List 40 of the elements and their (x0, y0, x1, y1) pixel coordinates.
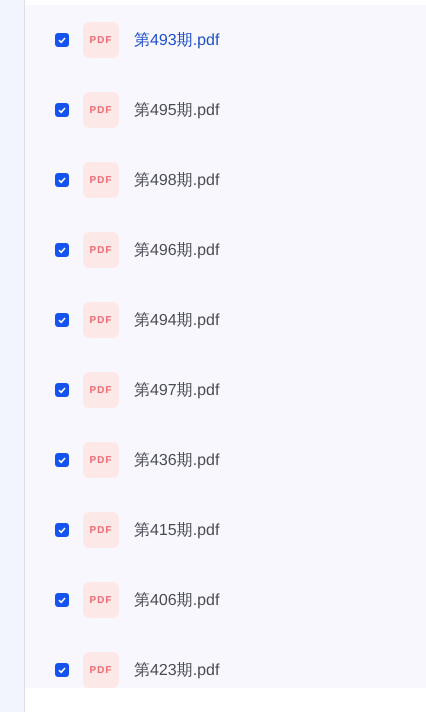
file-name[interactable]: 第493期.pdf (134, 30, 220, 50)
checkbox[interactable] (55, 313, 69, 327)
checkbox[interactable] (55, 33, 69, 47)
checkbox[interactable] (55, 453, 69, 467)
checkmark-icon (57, 665, 67, 675)
file-name[interactable]: 第406期.pdf (134, 590, 220, 610)
checkbox[interactable] (55, 523, 69, 537)
file-name[interactable]: 第423期.pdf (134, 660, 220, 680)
checkmark-icon (57, 595, 67, 605)
pdf-file-icon: PDF (83, 302, 119, 338)
checkmark-icon (57, 385, 67, 395)
checkmark-icon (57, 455, 67, 465)
pdf-file-icon: PDF (83, 442, 119, 478)
file-name[interactable]: 第497期.pdf (134, 380, 220, 400)
checkbox[interactable] (55, 663, 69, 677)
checkmark-icon (57, 245, 67, 255)
checkbox[interactable] (55, 103, 69, 117)
file-name[interactable]: 第496期.pdf (134, 240, 220, 260)
checkmark-icon (57, 315, 67, 325)
checkbox[interactable] (55, 593, 69, 607)
checkmark-icon (57, 525, 67, 535)
file-name[interactable]: 第436期.pdf (134, 450, 220, 470)
file-name[interactable]: 第415期.pdf (134, 520, 220, 540)
pdf-file-icon: PDF (83, 92, 119, 128)
checkmark-icon (57, 105, 67, 115)
pdf-file-icon: PDF (83, 512, 119, 548)
pdf-file-icon: PDF (83, 22, 119, 58)
file-name[interactable]: 第494期.pdf (134, 310, 220, 330)
checkbox[interactable] (55, 173, 69, 187)
checkmark-icon (57, 35, 67, 45)
pdf-file-icon: PDF (83, 232, 119, 268)
pdf-file-icon: PDF (83, 162, 119, 198)
file-name[interactable]: 第498期.pdf (134, 170, 220, 190)
checkmark-icon (57, 175, 67, 185)
checkbox[interactable] (55, 243, 69, 257)
checkbox[interactable] (55, 383, 69, 397)
file-name[interactable]: 第495期.pdf (134, 100, 220, 120)
pdf-file-icon: PDF (83, 582, 119, 618)
pdf-file-icon: PDF (83, 652, 119, 688)
pdf-file-icon: PDF (83, 372, 119, 408)
